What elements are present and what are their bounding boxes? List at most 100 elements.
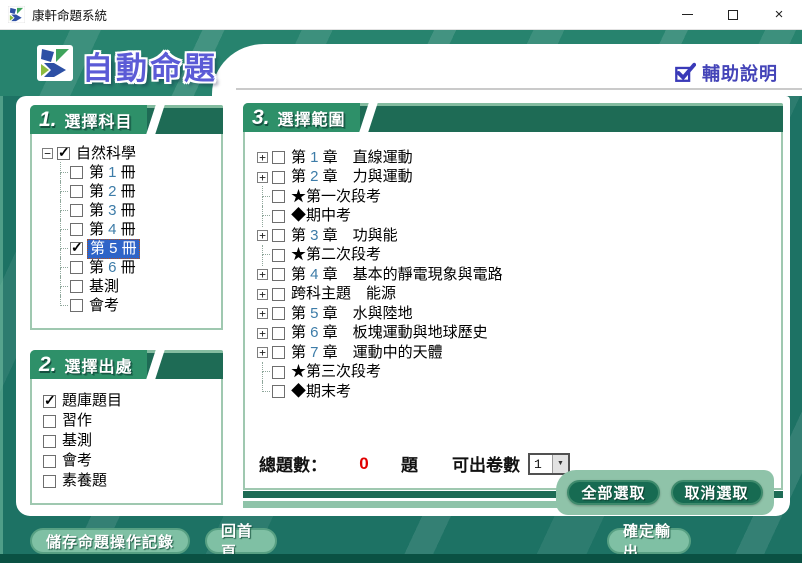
checkbox[interactable]: ✓	[70, 242, 83, 255]
tree-item-label[interactable]: 第 1 冊	[87, 164, 138, 182]
content-card: 1. 選擇科目 −✓自然科學 第 1 冊第 2 冊第 3 冊第 4 冊✓第 5 …	[16, 96, 790, 516]
tree-item-label[interactable]: 習作	[60, 412, 94, 430]
checkbox[interactable]	[272, 366, 285, 379]
checkbox[interactable]	[272, 327, 285, 340]
checkmark-icon: ✓	[71, 239, 83, 256]
tree-item-label[interactable]: 會考	[60, 452, 94, 470]
checkbox[interactable]	[70, 223, 83, 236]
expand-expander-icon[interactable]: +	[257, 347, 268, 358]
tree-item-label[interactable]: 第 5 冊	[87, 239, 140, 259]
tree-item-label[interactable]: 基測	[87, 278, 121, 296]
papers-label: 可出卷數	[452, 451, 520, 476]
bottom-strip	[0, 554, 802, 563]
close-icon: ×	[775, 7, 784, 22]
help-check-icon	[674, 62, 696, 84]
papers-combobox[interactable]: 1 ▼	[528, 453, 570, 475]
panel-subject: 1. 選擇科目 −✓自然科學 第 1 冊第 2 冊第 3 冊第 4 冊✓第 5 …	[30, 105, 223, 330]
checkbox[interactable]	[272, 229, 285, 242]
checkbox[interactable]	[272, 171, 285, 184]
tree-item-label[interactable]: 素養題	[60, 472, 109, 490]
tree-item-label[interactable]: ★第二次段考	[289, 246, 383, 264]
checkbox[interactable]	[272, 151, 285, 164]
checkbox[interactable]	[272, 190, 285, 203]
help-label: 輔助說明	[702, 60, 778, 86]
help-button[interactable]: 輔助說明	[674, 60, 778, 86]
expand-expander-icon[interactable]: +	[257, 269, 268, 280]
deselect-button[interactable]: 取消選取	[671, 480, 763, 505]
tree-item-label[interactable]: 第 6 章 板塊運動與地球歷史	[289, 324, 490, 342]
tree-item-label[interactable]: 第 3 章 功與能	[289, 227, 400, 245]
tree-item: 會考	[55, 296, 221, 315]
expand-expander-icon[interactable]: +	[257, 289, 268, 300]
tree-item-label[interactable]: 會考	[87, 297, 121, 315]
tree-item-label[interactable]: 第 6 冊	[87, 259, 138, 277]
checkbox[interactable]	[272, 307, 285, 320]
expand-expander-icon[interactable]: +	[257, 328, 268, 339]
confirm-button[interactable]: 確定輸出	[607, 528, 691, 554]
tree-item-label[interactable]: 第 2 章 力與運動	[289, 168, 415, 186]
tree-item-label[interactable]: 第 1 章 直線運動	[289, 149, 415, 167]
tree-item: 基測	[55, 277, 221, 296]
checkbox[interactable]	[70, 204, 83, 217]
tree-item: + 第 7 章 運動中的天體	[257, 343, 781, 363]
tree-item-label[interactable]: ◆期末考	[289, 383, 353, 401]
checkbox[interactable]: ✓	[57, 147, 70, 160]
tree-item-label[interactable]: 題庫題目	[60, 392, 124, 410]
summary-bar: 總題數： 0 題 可出卷數 1 ▼	[259, 451, 570, 476]
tree-item: 會考	[42, 451, 221, 471]
checkbox[interactable]	[70, 280, 83, 293]
tree-item-label[interactable]: 基測	[60, 432, 94, 450]
tree-item-label[interactable]: ★第一次段考	[289, 188, 383, 206]
checkbox[interactable]	[272, 346, 285, 359]
checkbox[interactable]	[43, 435, 56, 448]
expand-expander-icon[interactable]: +	[257, 230, 268, 241]
tree-connector-icon	[55, 239, 69, 258]
collapse-expander-icon[interactable]: −	[42, 148, 53, 159]
tree-item-label[interactable]: 第 4 冊	[87, 221, 138, 239]
expand-expander-icon[interactable]: +	[257, 308, 268, 319]
tree-item-label[interactable]: ★第三次段考	[289, 363, 383, 381]
tree-item: ★第二次段考	[257, 246, 781, 266]
expand-expander-icon[interactable]: +	[257, 172, 268, 183]
total-value: 0	[327, 454, 401, 474]
checkbox[interactable]	[70, 166, 83, 179]
save-log-button[interactable]: 儲存命題操作記錄	[30, 528, 190, 554]
tree-item-label[interactable]: 第 5 章 水與陸地	[289, 305, 415, 323]
page-title: 自動命題	[82, 43, 218, 88]
checkbox[interactable]	[272, 385, 285, 398]
checkbox[interactable]	[272, 210, 285, 223]
subject-tree-root: −✓ 自然科學	[32, 134, 221, 163]
tree-item: 基測	[42, 431, 221, 451]
tree-item-label[interactable]: 跨科主題 能源	[289, 285, 398, 303]
combobox-value[interactable]: 1	[530, 455, 552, 473]
maximize-button[interactable]	[710, 0, 756, 30]
home-button[interactable]: 回首頁	[205, 528, 277, 554]
minimize-button[interactable]	[664, 0, 710, 30]
tree-item-label[interactable]: 第 7 章 運動中的天體	[289, 344, 445, 362]
checkbox[interactable]	[70, 185, 83, 198]
checkbox[interactable]	[43, 415, 56, 428]
expand-expander-icon[interactable]: +	[257, 152, 268, 163]
checkbox[interactable]	[272, 268, 285, 281]
tree-item: + 第 3 章 功與能	[257, 226, 781, 246]
checkbox[interactable]	[272, 288, 285, 301]
window-titlebar: 康軒命題系統 ×	[0, 0, 802, 30]
combobox-arrow-button[interactable]: ▼	[552, 455, 568, 473]
tree-item-label[interactable]: ◆期中考	[289, 207, 353, 225]
tree-item-label[interactable]: 第 3 冊	[87, 202, 138, 220]
tree-item-label[interactable]: 第 2 冊	[87, 183, 138, 201]
tree-item-label[interactable]: 自然科學	[74, 145, 138, 163]
checkbox[interactable]	[43, 475, 56, 488]
select-all-button[interactable]: 全部選取	[567, 480, 659, 505]
checkbox[interactable]	[70, 299, 83, 312]
panel-title: 選擇範圍	[278, 106, 346, 130]
checkbox[interactable]	[70, 261, 83, 274]
tree-connector-icon	[257, 246, 271, 266]
header-band: 自動命題 輔助說明	[0, 30, 802, 96]
checkbox[interactable]	[272, 249, 285, 262]
tree-item-label[interactable]: 第 4 章 基本的靜電現象與電路	[289, 266, 505, 284]
close-button[interactable]: ×	[756, 0, 802, 30]
checkbox[interactable]: ✓	[43, 395, 56, 408]
checkbox[interactable]	[43, 455, 56, 468]
subject-tree: −✓自然科學 第 1 冊第 2 冊第 3 冊第 4 冊✓第 5 冊第 6 冊基測…	[30, 134, 223, 330]
